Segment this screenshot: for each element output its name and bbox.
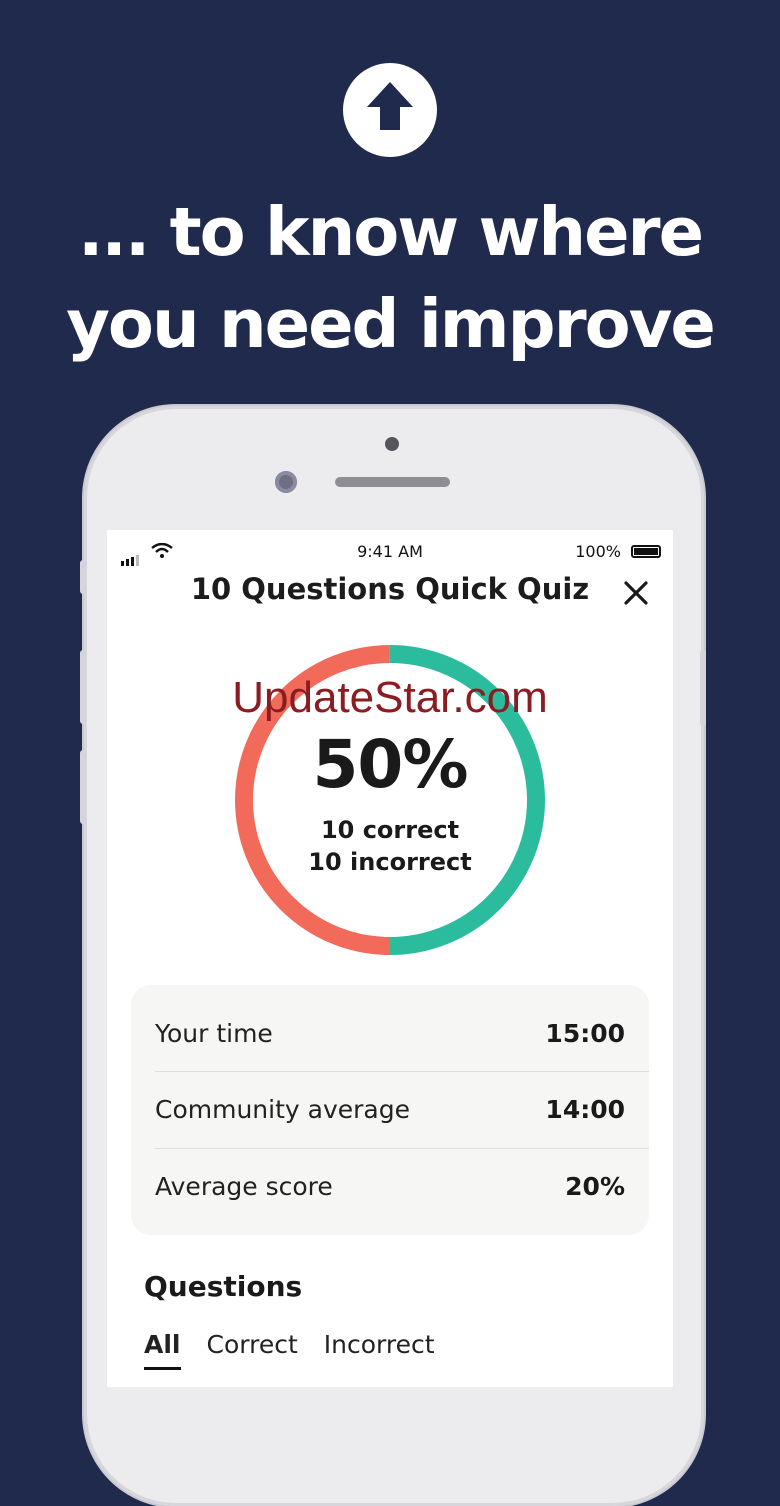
stat-label: Community average [155, 1095, 410, 1124]
stat-value: 15:00 [545, 1018, 625, 1048]
stat-row-community-average: Community average 14:00 [155, 1071, 649, 1147]
watermark-text: UpdateStar.com [232, 673, 548, 722]
promo-headline: ... to know where you need improve [0, 186, 780, 370]
stat-value: 20% [565, 1172, 625, 1201]
battery-icon [631, 545, 661, 558]
stat-row-average-score: Average score 20% [155, 1148, 649, 1224]
stat-row-your-time: Your time 15:00 [155, 995, 649, 1071]
score-percent: 50% [312, 726, 469, 803]
front-camera [275, 471, 297, 493]
tab-incorrect[interactable]: Incorrect [324, 1330, 435, 1370]
headline-line-1: ... to know where [77, 193, 704, 271]
incorrect-count: 10 incorrect [308, 848, 472, 876]
question-filter-tabs: All Correct Incorrect [144, 1330, 461, 1370]
phone-power-button [700, 650, 706, 726]
phone-volume-down [80, 750, 86, 824]
quiz-title: 10 Questions Quick Quiz [190, 572, 590, 606]
stat-label: Average score [155, 1172, 333, 1201]
stats-card: Your time 15:00 Community average 14:00 … [131, 985, 649, 1235]
stat-value: 14:00 [545, 1095, 625, 1124]
battery-percent: 100% [575, 542, 621, 561]
correct-count: 10 correct [320, 816, 460, 844]
tab-all[interactable]: All [144, 1330, 181, 1370]
stat-label: Your time [155, 1018, 273, 1048]
phone-mute-switch [80, 560, 86, 594]
phone-volume-up [80, 650, 86, 724]
phone-sensor [385, 437, 399, 451]
questions-heading: Questions [144, 1270, 303, 1303]
arrow-up-badge [343, 63, 437, 157]
tab-correct[interactable]: Correct [207, 1330, 298, 1370]
arrow-up-icon [367, 82, 413, 130]
earpiece-speaker [335, 477, 450, 487]
headline-line-2: you need improve [66, 285, 716, 363]
close-icon[interactable] [621, 578, 651, 608]
app-screen: 9:41 AM 100% 10 Questions Quick Quiz Upd… [107, 530, 673, 1387]
